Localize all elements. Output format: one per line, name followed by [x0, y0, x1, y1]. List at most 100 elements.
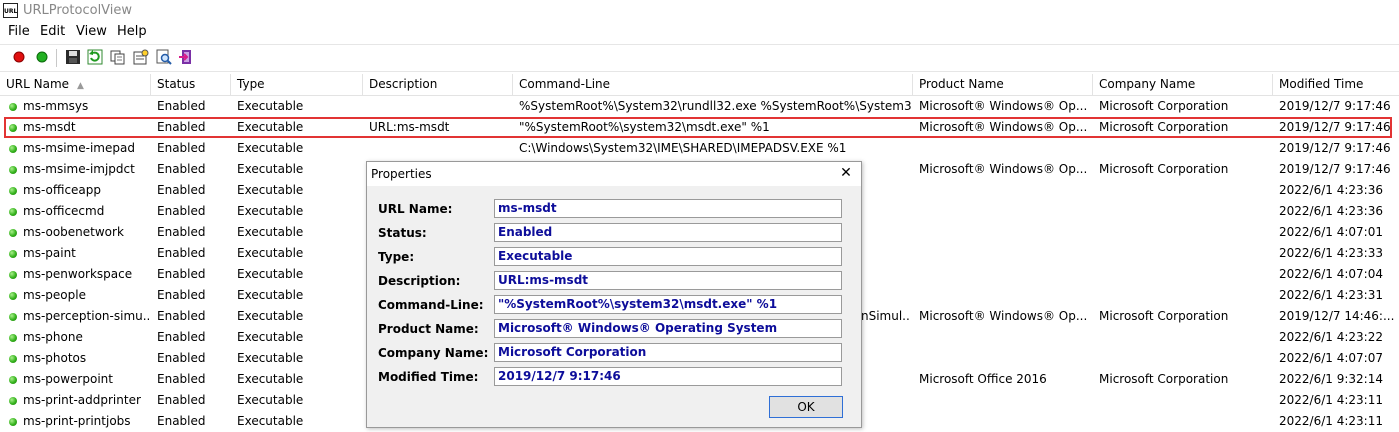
ok-button[interactable]: OK — [769, 396, 843, 418]
cell-url-name: ms-photos — [23, 351, 87, 365]
field-modified-time[interactable]: 2019/12/7 9:17:46 — [494, 367, 842, 386]
cell-product-name — [919, 201, 1091, 222]
cell-description — [369, 96, 511, 117]
properties-icon[interactable] — [133, 49, 149, 65]
col-modified-time[interactable]: Modified Time — [1273, 74, 1399, 95]
cell-modified-time: 2022/6/1 4:07:07 — [1279, 351, 1383, 365]
cell-status: Enabled — [157, 183, 206, 197]
cell-product-name — [919, 180, 1091, 201]
enabled-status-icon — [9, 334, 17, 342]
cell-type: Executable — [237, 267, 304, 281]
cell-modified-time: 2022/6/1 4:23:33 — [1279, 246, 1383, 260]
exit-icon[interactable] — [179, 49, 195, 65]
enabled-status-icon — [9, 376, 17, 384]
cell-status: Enabled — [157, 225, 206, 239]
menu-bar: File Edit View Help — [0, 22, 1399, 42]
toolbar — [0, 44, 1399, 72]
cell-company-name — [1099, 180, 1271, 201]
cell-url-name: ms-powerpoint — [23, 372, 113, 386]
cell-modified-time: 2022/6/1 9:32:14 — [1279, 372, 1383, 386]
cell-url-name: ms-print-printjobs — [23, 414, 131, 428]
cell-status: Enabled — [157, 267, 206, 281]
app-icon: URL — [3, 3, 18, 18]
enabled-status-icon — [9, 397, 17, 405]
cell-status: Enabled — [157, 141, 206, 155]
find-icon[interactable] — [156, 49, 172, 65]
cell-product-name — [919, 222, 1091, 243]
cell-status: Enabled — [157, 393, 206, 407]
save-icon[interactable] — [65, 49, 81, 65]
field-description[interactable]: URL:ms-msdt — [494, 271, 842, 290]
enabled-status-icon — [9, 103, 17, 111]
menu-help[interactable]: Help — [117, 24, 147, 39]
cell-type: Executable — [237, 141, 304, 155]
field-type[interactable]: Executable — [494, 247, 842, 266]
cell-type: Executable — [237, 309, 304, 323]
label-product-name: Product Name: — [378, 322, 479, 336]
cell-status: Enabled — [157, 414, 206, 428]
enabled-status-icon — [9, 229, 17, 237]
cell-product-name — [919, 411, 1091, 432]
col-type[interactable]: Type — [231, 74, 363, 95]
cell-type: Executable — [237, 393, 304, 407]
cell-company-name — [1099, 138, 1271, 159]
cell-description — [369, 138, 511, 159]
field-url-name[interactable]: ms-msdt — [494, 199, 842, 218]
enabled-status-icon — [9, 187, 17, 195]
label-description: Description: — [378, 274, 461, 288]
cell-status: Enabled — [157, 162, 206, 176]
toolbar-separator — [56, 49, 57, 67]
menu-edit[interactable]: Edit — [40, 24, 65, 39]
dialog-title: Properties — [371, 167, 432, 181]
col-command-line[interactable]: Command-Line — [513, 74, 913, 95]
cell-product-name — [919, 285, 1091, 306]
cell-modified-time: 2022/6/1 4:23:36 — [1279, 183, 1383, 197]
enabled-status-icon — [9, 313, 17, 321]
field-company-name[interactable]: Microsoft Corporation — [494, 343, 842, 362]
cell-status: Enabled — [157, 330, 206, 344]
list-item[interactable]: ms-msime-imepad Enabled Executable C:\Wi… — [0, 138, 1399, 159]
field-command-line[interactable]: "%SystemRoot%\system32\msdt.exe" %1 — [494, 295, 842, 314]
cell-modified-time: 2019/12/7 9:17:46 — [1279, 99, 1391, 113]
col-company-name[interactable]: Company Name — [1093, 74, 1273, 95]
cell-url-name: ms-perception-simu... — [23, 309, 149, 323]
cell-url-name: ms-mmsys — [23, 99, 89, 113]
col-description[interactable]: Description — [363, 74, 513, 95]
record-stop-icon[interactable] — [34, 49, 50, 65]
record-start-icon[interactable] — [11, 49, 27, 65]
refresh-icon[interactable] — [87, 49, 103, 65]
col-status[interactable]: Status — [151, 74, 231, 95]
cell-status: Enabled — [157, 309, 206, 323]
cell-type: Executable — [237, 204, 304, 218]
cell-type: Executable — [237, 330, 304, 344]
menu-view[interactable]: View — [76, 24, 107, 39]
cell-command-line: %SystemRoot%\System32\rundll32.exe %Syst… — [519, 99, 911, 113]
cell-modified-time: 2022/6/1 4:23:11 — [1279, 414, 1383, 428]
cell-product-name: Microsoft® Windows® Op... — [919, 162, 1088, 176]
cell-type: Executable — [237, 162, 304, 176]
cell-url-name: ms-oobenetwork — [23, 225, 124, 239]
cell-status: Enabled — [157, 246, 206, 260]
cell-status: Enabled — [157, 351, 206, 365]
cell-modified-time: 2022/6/1 4:07:04 — [1279, 267, 1383, 281]
cell-modified-time: 2019/12/7 14:46:... — [1279, 309, 1395, 323]
close-icon[interactable]: ✕ — [837, 164, 855, 182]
cell-company-name — [1099, 201, 1271, 222]
cell-product-name — [919, 390, 1091, 411]
field-status[interactable]: Enabled — [494, 223, 842, 242]
menu-file[interactable]: File — [8, 24, 30, 39]
cell-company-name — [1099, 411, 1271, 432]
cell-url-name: ms-officeapp — [23, 183, 102, 197]
enabled-status-icon — [9, 418, 17, 426]
col-url-name[interactable]: URL Name ▲ — [0, 74, 151, 95]
list-item[interactable]: ms-mmsys Enabled Executable %SystemRoot%… — [0, 96, 1399, 117]
cell-company-name — [1099, 390, 1271, 411]
enabled-status-icon — [9, 145, 17, 153]
title-bar: URL URLProtocolView — [0, 0, 1399, 22]
field-product-name[interactable]: Microsoft® Windows® Operating System — [494, 319, 842, 338]
cell-status: Enabled — [157, 288, 206, 302]
cell-url-name: ms-msime-imjpdct — [23, 162, 135, 176]
col-product-name[interactable]: Product Name — [913, 74, 1093, 95]
copy-icon[interactable] — [110, 49, 126, 65]
column-header: URL Name ▲ Status Type Description Comman… — [0, 74, 1399, 96]
